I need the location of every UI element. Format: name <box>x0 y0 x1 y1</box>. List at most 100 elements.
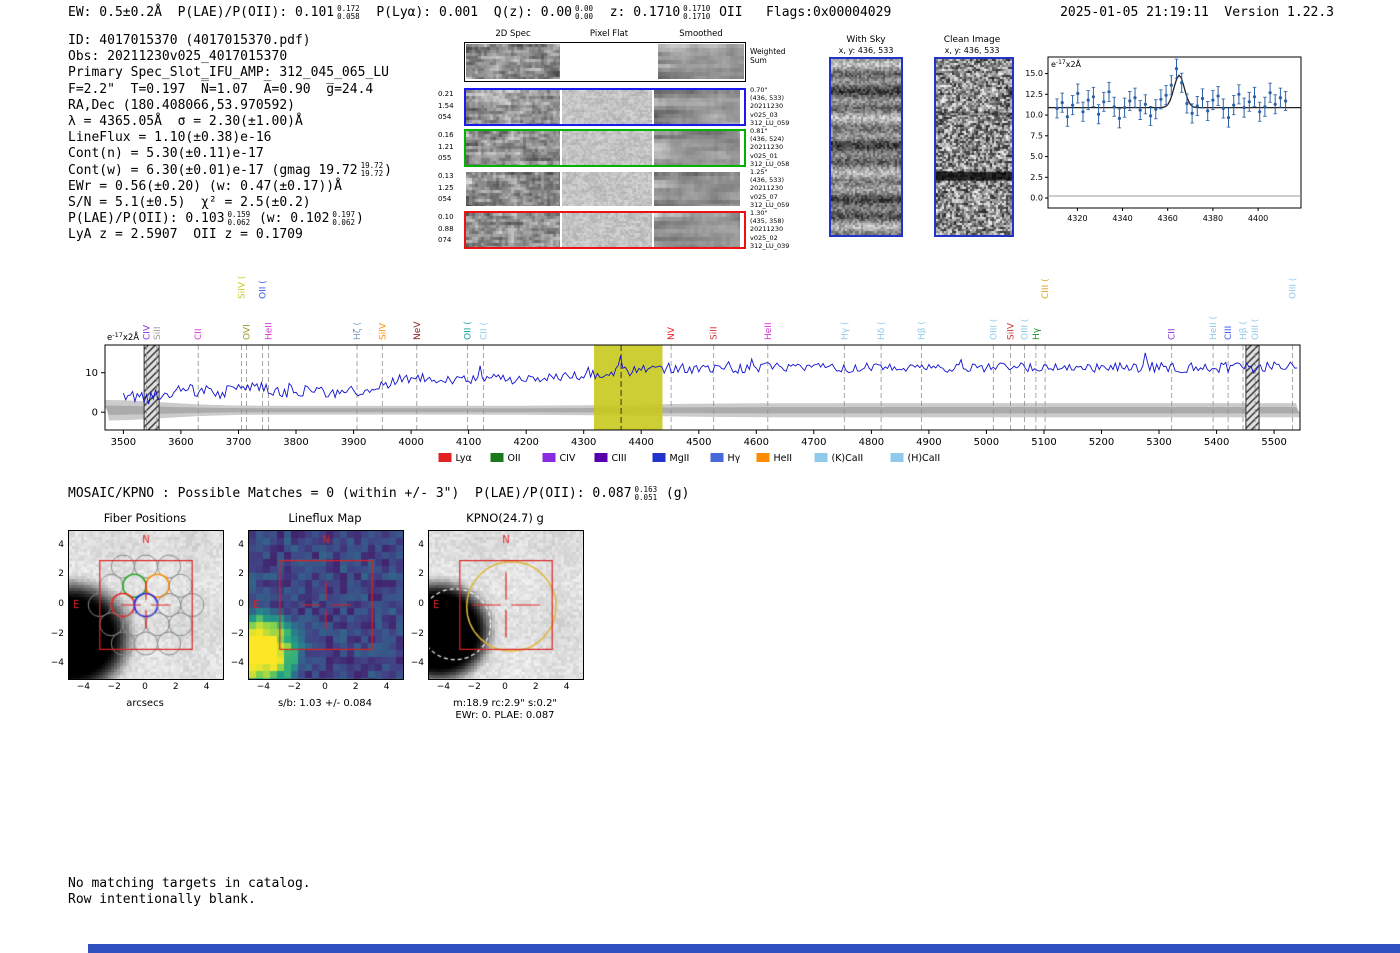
svg-text:4000: 4000 <box>398 437 423 448</box>
y-tick-label: 4 <box>58 539 64 550</box>
svg-text:3900: 3900 <box>341 437 366 448</box>
fiber-source-line: 20211230 <box>750 225 784 234</box>
pixelflat-cell-image <box>562 131 652 165</box>
svg-text:HeII (: HeII ( <box>1209 316 1219 340</box>
svg-text:4360: 4360 <box>1158 214 1178 223</box>
x-tick-label: 2 <box>532 682 539 692</box>
svg-text:Hβ (: Hβ ( <box>1239 321 1249 340</box>
header-summary-line: EW: 0.5±0.2Å P(LAE)/P(OII): 0.101 0.172 0.… <box>68 5 891 20</box>
svg-text:5000: 5000 <box>974 437 999 448</box>
smoothed-cell-image <box>654 131 740 165</box>
text-segment: ) <box>355 211 364 227</box>
fiber-weight-value: 0.88 <box>438 224 454 233</box>
y-tick-label: 4 <box>418 539 424 550</box>
svg-text:15.0: 15.0 <box>1025 69 1043 78</box>
footer-line: No matching targets in catalog. <box>68 876 311 891</box>
fiber-weight-value: 054 <box>438 113 452 121</box>
svg-text:CIII: CIII <box>1224 326 1234 340</box>
text-segment: LineFlux = 1.10(±0.38)e-16 <box>68 130 272 146</box>
x-tick-label: 2 <box>352 682 359 692</box>
full-spectrum-plot: 3500 3600 3700 3800 3900 4000 4100 4200 4300 4400… <box>85 276 1301 464</box>
weighted-sum-label-line: Weighted <box>750 47 786 56</box>
info-line: Primary Spec_Slot_IFU_AMP: 312_045_065_L… <box>68 65 392 81</box>
fiber-source-line: 20211230 <box>750 102 784 111</box>
y-tick-label: 2 <box>418 569 424 580</box>
y-tick-label: −2 <box>410 628 424 639</box>
svg-text:(K)CaII: (K)CaII <box>832 453 864 464</box>
pixelflat-cell-image <box>562 213 652 247</box>
elixer-report-page: EW: 0.5±0.2Å P(LAE)/P(OII): 0.101 0.172 0.… <box>0 0 1400 953</box>
svg-text:OIII (: OIII ( <box>989 319 999 340</box>
y-tick-label: −4 <box>410 658 424 669</box>
y-tick-label: 2 <box>58 569 64 580</box>
detection-info-block: ID: 4017015370 (4017015370.pdf) Obs: 2021… <box>68 33 392 243</box>
fiber-weight-value: 0.16 <box>438 131 454 139</box>
fiber-weight-value: 1.54 <box>438 101 454 110</box>
clean-image-title: Clean Image <box>943 35 1001 45</box>
text-segment: P(LAE)/P(OII): 0.103 <box>68 211 225 227</box>
stacked-uncertainty: 0.00 0.00 <box>575 3 594 21</box>
withsky-title: With Sky <box>846 35 886 45</box>
fiber-weight-value: 1.21 <box>438 142 454 151</box>
svg-text:e-17x2Å: e-17x2Å <box>1051 58 1082 69</box>
text-segment: Primary Spec_Slot_IFU_AMP: 312_045_065_L… <box>68 65 389 81</box>
info-line: RA,Dec (180.408066,53.970592) <box>68 98 392 114</box>
withsky-coords: x, y: 436, 533 <box>838 46 894 55</box>
svg-text:OIII (: OIII ( <box>1289 278 1299 299</box>
svg-text:e-17x2Å: e-17x2Å <box>107 331 139 343</box>
clean-image <box>934 57 1014 237</box>
text-segment: LyA z = 2.5907 OII z = 0.1709 <box>68 227 303 243</box>
fiber-xlabel: arcsecs <box>126 698 164 709</box>
svg-text:4500: 4500 <box>686 437 711 448</box>
stacked-uncertainty: 0.172 0.058 <box>337 3 360 21</box>
text-segment: EW: 0.5±0.2Å P(LAE)/P(OII): 0.101 <box>68 5 335 20</box>
x-tick-label: 0 <box>142 682 148 692</box>
fiber-positions-map <box>68 530 224 680</box>
x-tick-label: −4 <box>256 682 271 692</box>
fiber-source-line: (436, 533) <box>750 94 785 103</box>
svg-text:2.5: 2.5 <box>1030 173 1043 182</box>
svg-text:5.0: 5.0 <box>1030 152 1043 161</box>
svg-text:HeII: HeII <box>764 322 774 340</box>
svg-text:Hγ: Hγ <box>728 453 741 464</box>
text-segment: Obs: 20211230v025_4017015370 <box>68 49 288 65</box>
text-segment: Cont(w) = 6.30(±0.01)e-17 (gmag 19.72 <box>68 162 358 178</box>
fiber-source-line: 20211230 <box>750 184 784 193</box>
fiber-weight-value: 0.13 <box>438 172 454 180</box>
x-tick-label: −4 <box>436 682 451 692</box>
x-tick-label: 4 <box>203 682 210 692</box>
svg-text:CII: CII <box>1168 328 1178 340</box>
y-tick-label: 0 <box>418 599 424 609</box>
catalog-match-line: MOSAIC/KPNO : Possible Matches = 0 (with… <box>68 486 689 501</box>
x-tick-label: −2 <box>287 682 301 692</box>
y-tick-label: −2 <box>50 628 64 639</box>
svg-text:4400: 4400 <box>1248 214 1268 223</box>
fiber-source-line: 20211230 <box>750 143 784 152</box>
pixelflat-cell-image <box>562 90 652 124</box>
y-tick-label: −2 <box>230 628 244 639</box>
weighted-sum-row <box>464 42 746 82</box>
svg-text:(H)CaII: (H)CaII <box>908 453 941 464</box>
svg-text:MgII: MgII <box>670 453 690 464</box>
footer-line: Row intentionally blank. <box>68 892 256 908</box>
fiber-source-line: v025_02 <box>750 233 778 242</box>
col-header-2dspec: 2D Spec <box>495 29 531 39</box>
stacked-uncertainty: 0.159 0.062 <box>227 209 251 227</box>
svg-text:7.5: 7.5 <box>1030 131 1043 140</box>
footer-notes: No matching targets in catalog. Row inte… <box>68 876 311 908</box>
fiber-source-line: (435, 358) <box>750 217 785 226</box>
info-line: Cont(w) = 6.30(±0.01)e-17 (gmag 19.72 19.… <box>68 162 392 179</box>
text-segment: P(Lyα): 0.001 Q(z): 0.00 <box>360 5 573 20</box>
info-line: λ = 4365.05Å σ = 2.30(±1.00)Å <box>68 114 392 130</box>
svg-text:SiIV (: SiIV ( <box>237 276 247 299</box>
withsky-image <box>829 57 903 237</box>
fiber-source-line: 0.81" <box>750 127 768 135</box>
text-segment: Cont(n) = 5.30(±0.11)e-17 <box>68 146 264 162</box>
info-line: ID: 4017015370 (4017015370.pdf) <box>68 33 392 49</box>
info-line: P(LAE)/P(OII): 0.103 0.159 0.062 (w: 0.102… <box>68 211 392 227</box>
info-line: EWr = 0.56(±0.20) (w: 0.47(±0.17))Å <box>68 179 392 195</box>
info-line: Cont(n) = 5.30(±0.11)e-17 <box>68 146 392 162</box>
fiber-source-line: (436, 533) <box>750 176 785 185</box>
report-timestamp-version: 2025-01-05 21:19:11 Version 1.22.3 <box>1060 5 1334 20</box>
smoothed-cell-image <box>654 213 740 247</box>
